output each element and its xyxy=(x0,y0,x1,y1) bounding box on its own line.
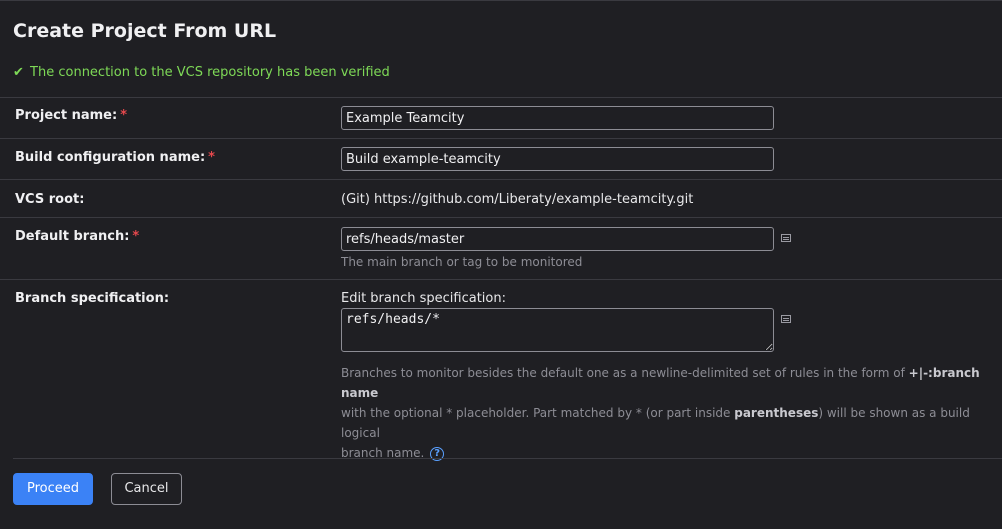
verification-text: The connection to the VCS repository has… xyxy=(30,65,390,80)
vcs-root-row: VCS root: (Git) https://github.com/Liber… xyxy=(0,179,1002,218)
default-branch-input[interactable] xyxy=(341,227,774,251)
vcs-root-label: VCS root: xyxy=(15,192,85,207)
verification-message: ✔ The connection to the VCS repository h… xyxy=(13,65,390,80)
build-config-input[interactable] xyxy=(341,147,774,171)
page-title: Create Project From URL xyxy=(13,20,277,42)
footer-divider xyxy=(13,458,1002,459)
list-icon[interactable] xyxy=(781,234,791,242)
project-name-row: Project name: * xyxy=(0,97,1002,139)
vcs-root-value: (Git) https://github.com/Liberaty/exampl… xyxy=(341,192,694,207)
project-name-input[interactable] xyxy=(341,106,774,130)
default-branch-row: Default branch:* The main branch or tag … xyxy=(0,217,1002,280)
default-branch-label: Default branch: * xyxy=(15,229,140,244)
required-mark: * xyxy=(208,150,215,165)
project-name-label: Project name: * xyxy=(15,108,127,123)
branch-spec-textarea[interactable]: refs/heads/* xyxy=(341,308,774,352)
required-mark: * xyxy=(132,229,140,244)
list-icon[interactable] xyxy=(781,315,791,323)
branch-spec-label: Branch specification: xyxy=(15,291,170,306)
default-branch-hint: The main branch or tag to be monitored xyxy=(341,255,583,269)
build-config-label: Build configuration name: * xyxy=(15,150,215,165)
required-mark: * xyxy=(120,108,127,123)
branch-spec-hint: Branches to monitor besides the default … xyxy=(341,366,980,461)
proceed-button[interactable]: Proceed xyxy=(13,473,93,505)
cancel-button[interactable]: Cancel xyxy=(111,473,182,505)
checkmark-icon: ✔ xyxy=(13,65,24,80)
top-divider xyxy=(0,0,1002,1)
build-config-row: Build configuration name: * xyxy=(0,138,1002,180)
edit-branch-spec-label: Edit branch specification: xyxy=(341,291,506,306)
